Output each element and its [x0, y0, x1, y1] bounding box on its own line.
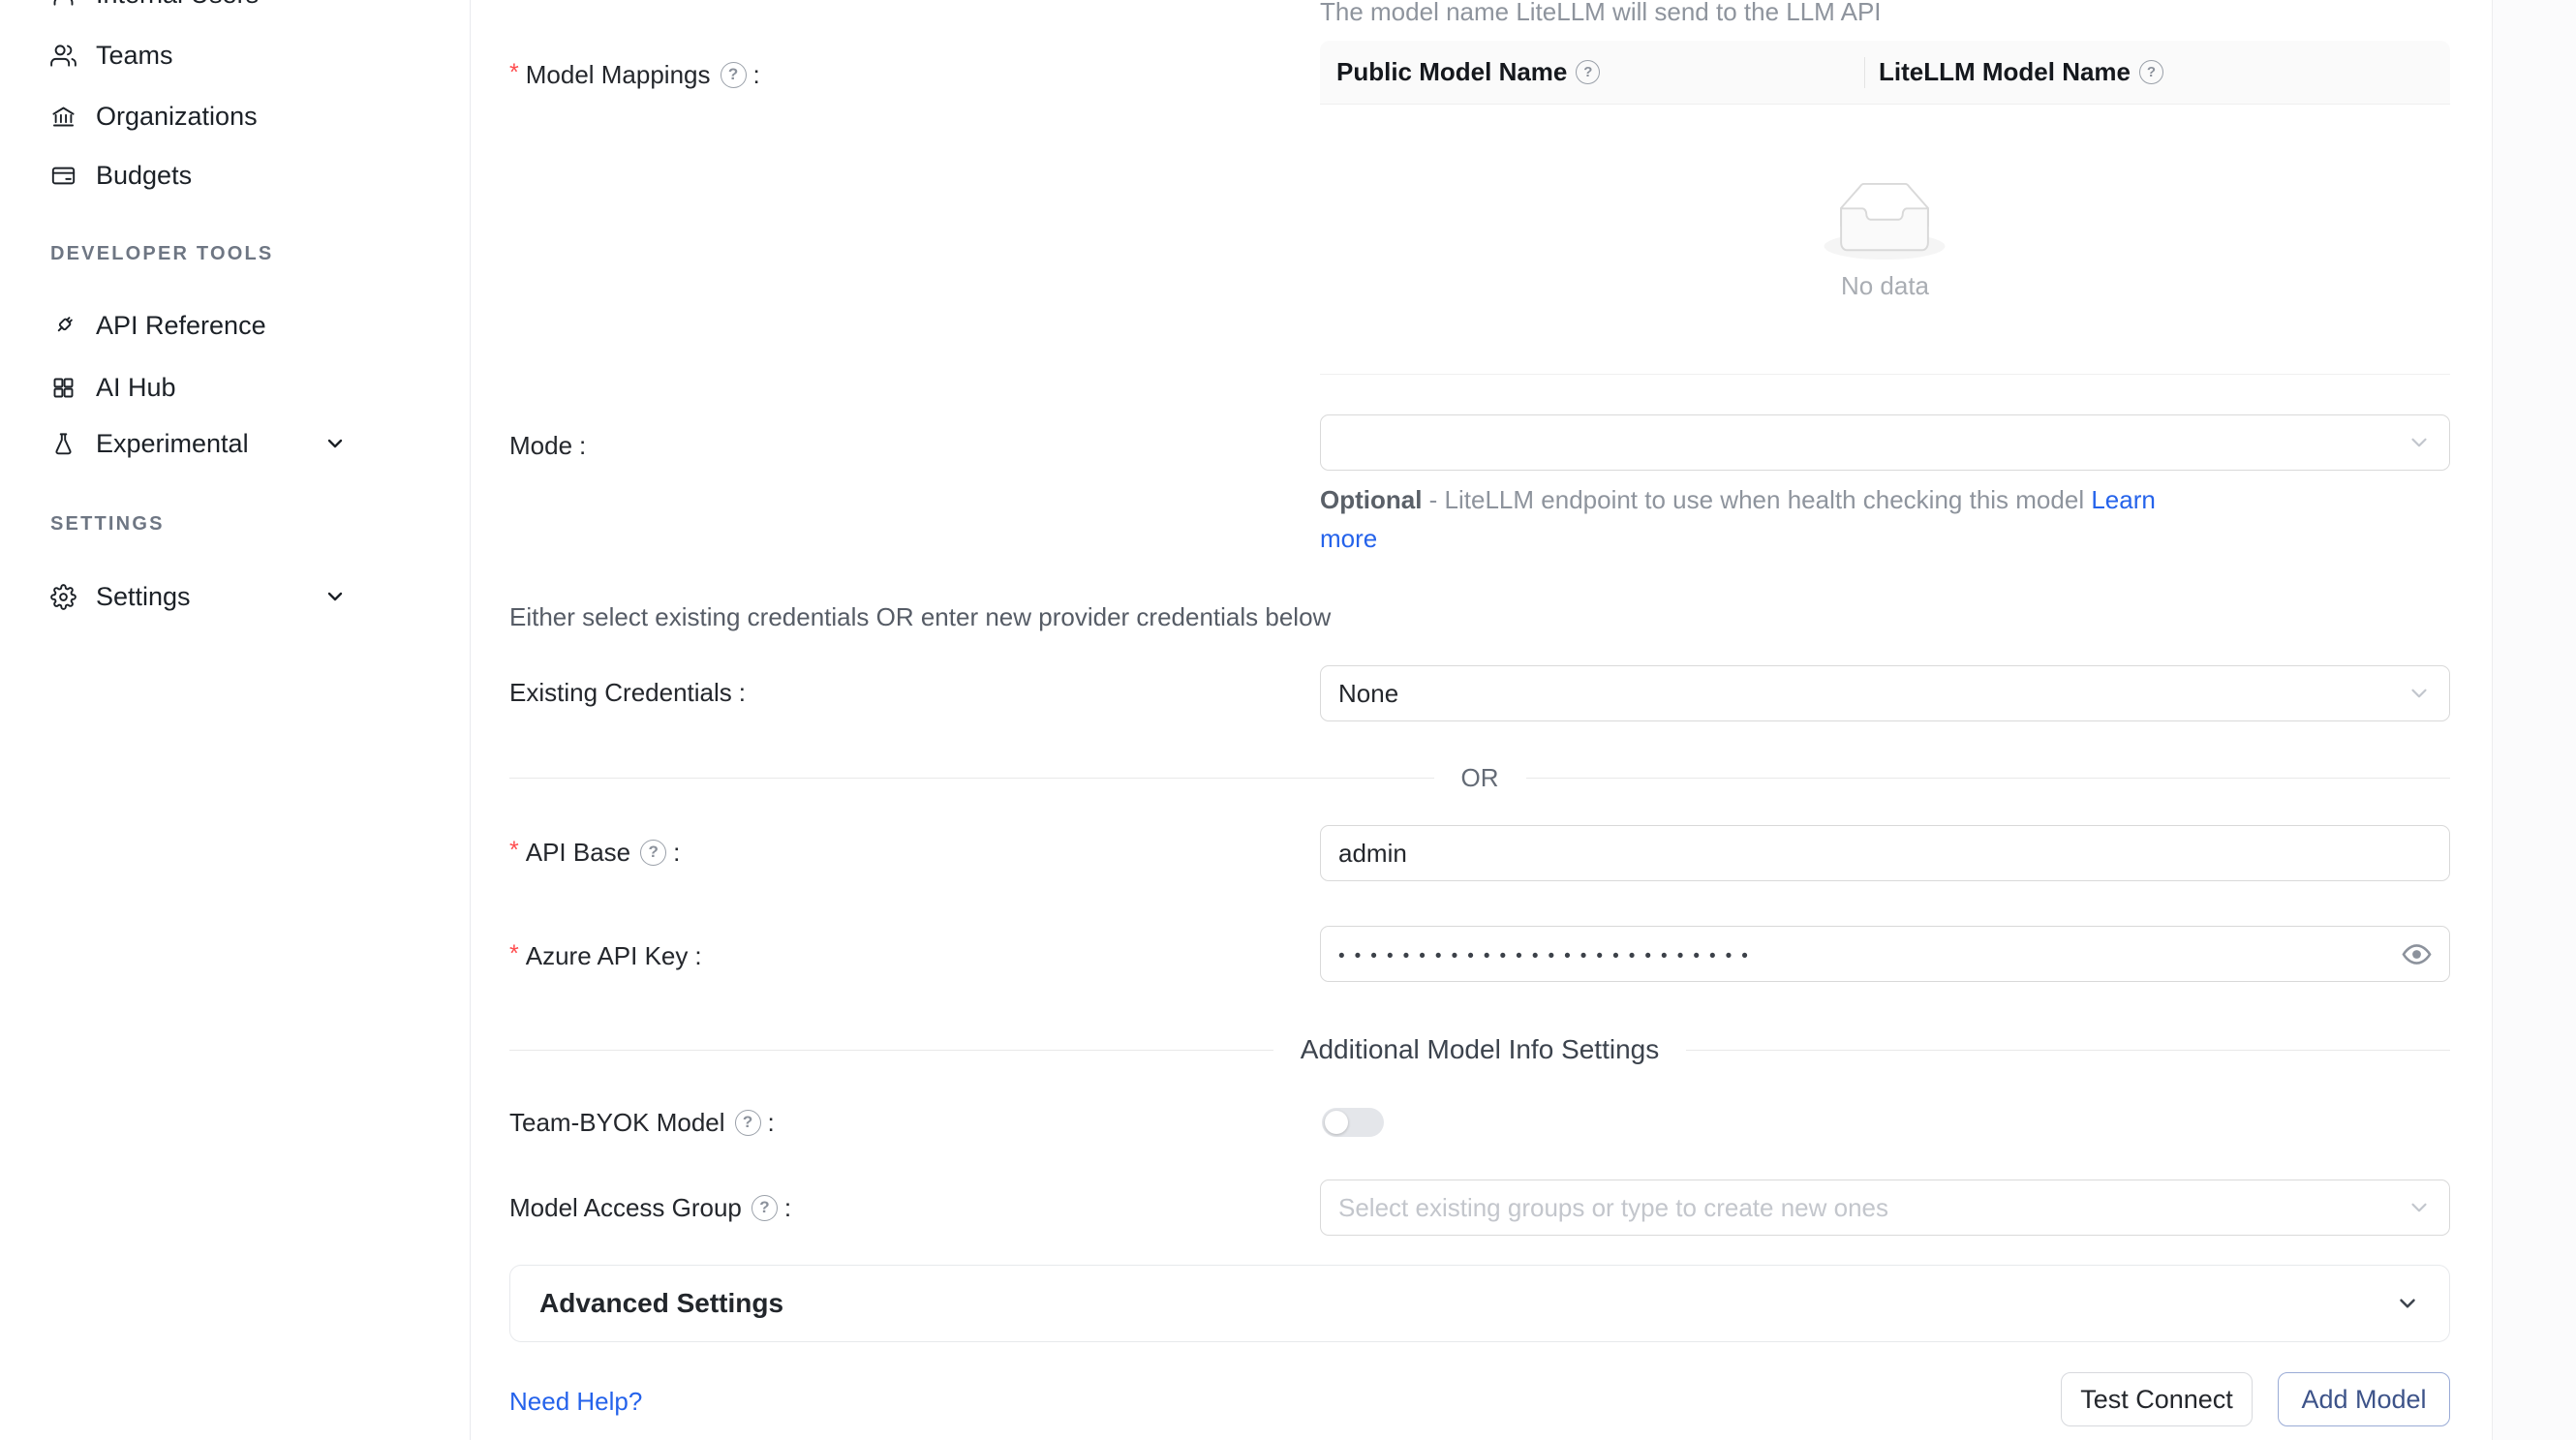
sidebar: Internal Users Teams Organizations Budge…	[0, 0, 471, 1440]
add-model-page: Internal Users Teams Organizations Budge…	[0, 0, 2576, 1440]
sidebar-section-developer-tools: DEVELOPER TOOLS	[50, 243, 273, 265]
chevron-down-icon	[2407, 681, 2432, 706]
sidebar-item-label: Teams	[96, 41, 173, 71]
divider-line	[1526, 778, 2451, 779]
additional-info-divider: Additional Model Info Settings	[509, 1032, 2450, 1067]
divider-line	[1686, 1050, 2450, 1051]
required-asterisk: *	[509, 835, 519, 866]
advanced-settings-title: Advanced Settings	[539, 1288, 783, 1319]
add-model-button[interactable]: Add Model	[2278, 1372, 2450, 1426]
column-header-litellm-model-name: LiteLLM Model Name ?	[1864, 57, 2163, 87]
mode-help-text: Optional - LiteLLM endpoint to use when …	[1320, 480, 2211, 558]
required-asterisk: *	[509, 57, 519, 88]
advanced-settings-panel[interactable]: Advanced Settings	[509, 1265, 2450, 1342]
existing-credentials-label: Existing Credentials :	[509, 677, 746, 708]
chevron-down-icon	[2395, 1291, 2420, 1316]
sidebar-item-label: Internal Users	[96, 0, 259, 10]
masked-password-value: ••••••••••••••••••••••••••	[1338, 947, 1758, 965]
sidebar-item-ai-hub[interactable]: AI Hub	[0, 364, 470, 411]
flask-icon	[50, 431, 77, 457]
question-circle-icon[interactable]: ?	[751, 1195, 778, 1221]
sidebar-item-label: Organizations	[96, 102, 258, 132]
need-help-link[interactable]: Need Help?	[509, 1387, 642, 1417]
sidebar-item-organizations[interactable]: Organizations	[0, 93, 470, 139]
sidebar-item-api-reference[interactable]: API Reference	[0, 302, 470, 349]
sidebar-item-label: Settings	[96, 582, 191, 612]
user-icon	[50, 0, 77, 8]
sidebar-item-teams[interactable]: Teams	[0, 32, 470, 78]
model-access-group-select[interactable]: Select existing groups or type to create…	[1320, 1180, 2450, 1236]
gear-icon	[50, 584, 77, 610]
sidebar-item-internal-users[interactable]: Internal Users	[0, 0, 470, 17]
required-asterisk: *	[509, 938, 519, 969]
model-mappings-label: * Model Mappings ? :	[509, 59, 760, 90]
question-circle-icon[interactable]: ?	[2139, 60, 2163, 84]
chevron-down-icon	[2407, 1195, 2432, 1220]
table-bottom-border	[1320, 374, 2450, 375]
chevron-down-icon	[323, 432, 347, 455]
test-connect-button[interactable]: Test Connect	[2061, 1372, 2253, 1426]
chevron-down-icon	[323, 585, 347, 608]
model-mappings-table-header: Public Model Name ? LiteLLM Model Name ?	[1320, 41, 2450, 105]
divider-line	[509, 1050, 1273, 1051]
eye-icon[interactable]	[2402, 939, 2432, 969]
team-byok-label: Team-BYOK Model ? :	[509, 1107, 775, 1138]
mode-select[interactable]	[1320, 414, 2450, 471]
page-right-gutter	[2492, 0, 2576, 1440]
question-circle-icon[interactable]: ?	[735, 1110, 761, 1136]
no-data-text: No data	[1320, 271, 2450, 301]
appstore-grid-icon	[50, 375, 77, 401]
team-byok-toggle[interactable]	[1322, 1108, 1384, 1137]
api-base-label: * API Base ? :	[509, 837, 680, 868]
sidebar-item-label: Budgets	[96, 161, 192, 191]
existing-credentials-select[interactable]: None	[1320, 665, 2450, 721]
credentials-note: Either select existing credentials OR en…	[509, 602, 1331, 632]
azure-api-key-label: * Azure API Key :	[509, 940, 702, 971]
question-circle-icon[interactable]: ?	[721, 62, 747, 88]
bank-icon	[50, 104, 77, 130]
azure-api-key-input[interactable]: ••••••••••••••••••••••••••	[1320, 926, 2450, 982]
sidebar-section-settings: SETTINGS	[50, 513, 165, 536]
model-access-group-label: Model Access Group ? :	[509, 1192, 791, 1223]
api-base-value: admin	[1338, 839, 1407, 869]
sidebar-item-label: AI Hub	[96, 373, 176, 403]
users-icon	[50, 43, 77, 69]
additional-info-divider-label: Additional Model Info Settings	[1273, 1034, 1686, 1065]
sidebar-item-experimental[interactable]: Experimental	[0, 420, 470, 467]
model-access-group-placeholder: Select existing groups or type to create…	[1338, 1193, 1888, 1223]
model-name-help-text: The model name LiteLLM will send to the …	[1320, 0, 1882, 27]
sidebar-item-label: API Reference	[96, 311, 266, 341]
sidebar-item-settings[interactable]: Settings	[0, 573, 470, 620]
sidebar-item-budgets[interactable]: Budgets	[0, 152, 470, 199]
or-divider: OR	[509, 764, 2450, 791]
column-header-public-model-name: Public Model Name ?	[1320, 57, 1864, 87]
or-divider-label: OR	[1434, 763, 1526, 793]
mode-label: Mode :	[509, 430, 586, 461]
question-circle-icon[interactable]: ?	[640, 840, 666, 866]
toggle-knob	[1325, 1111, 1348, 1134]
empty-inbox-icon	[1823, 182, 1947, 264]
sidebar-item-label: Experimental	[96, 429, 249, 459]
api-plug-icon	[50, 313, 77, 339]
api-base-input[interactable]: admin	[1320, 825, 2450, 881]
divider-line	[509, 778, 1434, 779]
question-circle-icon[interactable]: ?	[1576, 60, 1600, 84]
credit-card-icon	[50, 163, 77, 189]
chevron-down-icon	[2407, 430, 2432, 455]
existing-credentials-value: None	[1338, 679, 1398, 709]
table-column-separator	[1864, 57, 1865, 88]
